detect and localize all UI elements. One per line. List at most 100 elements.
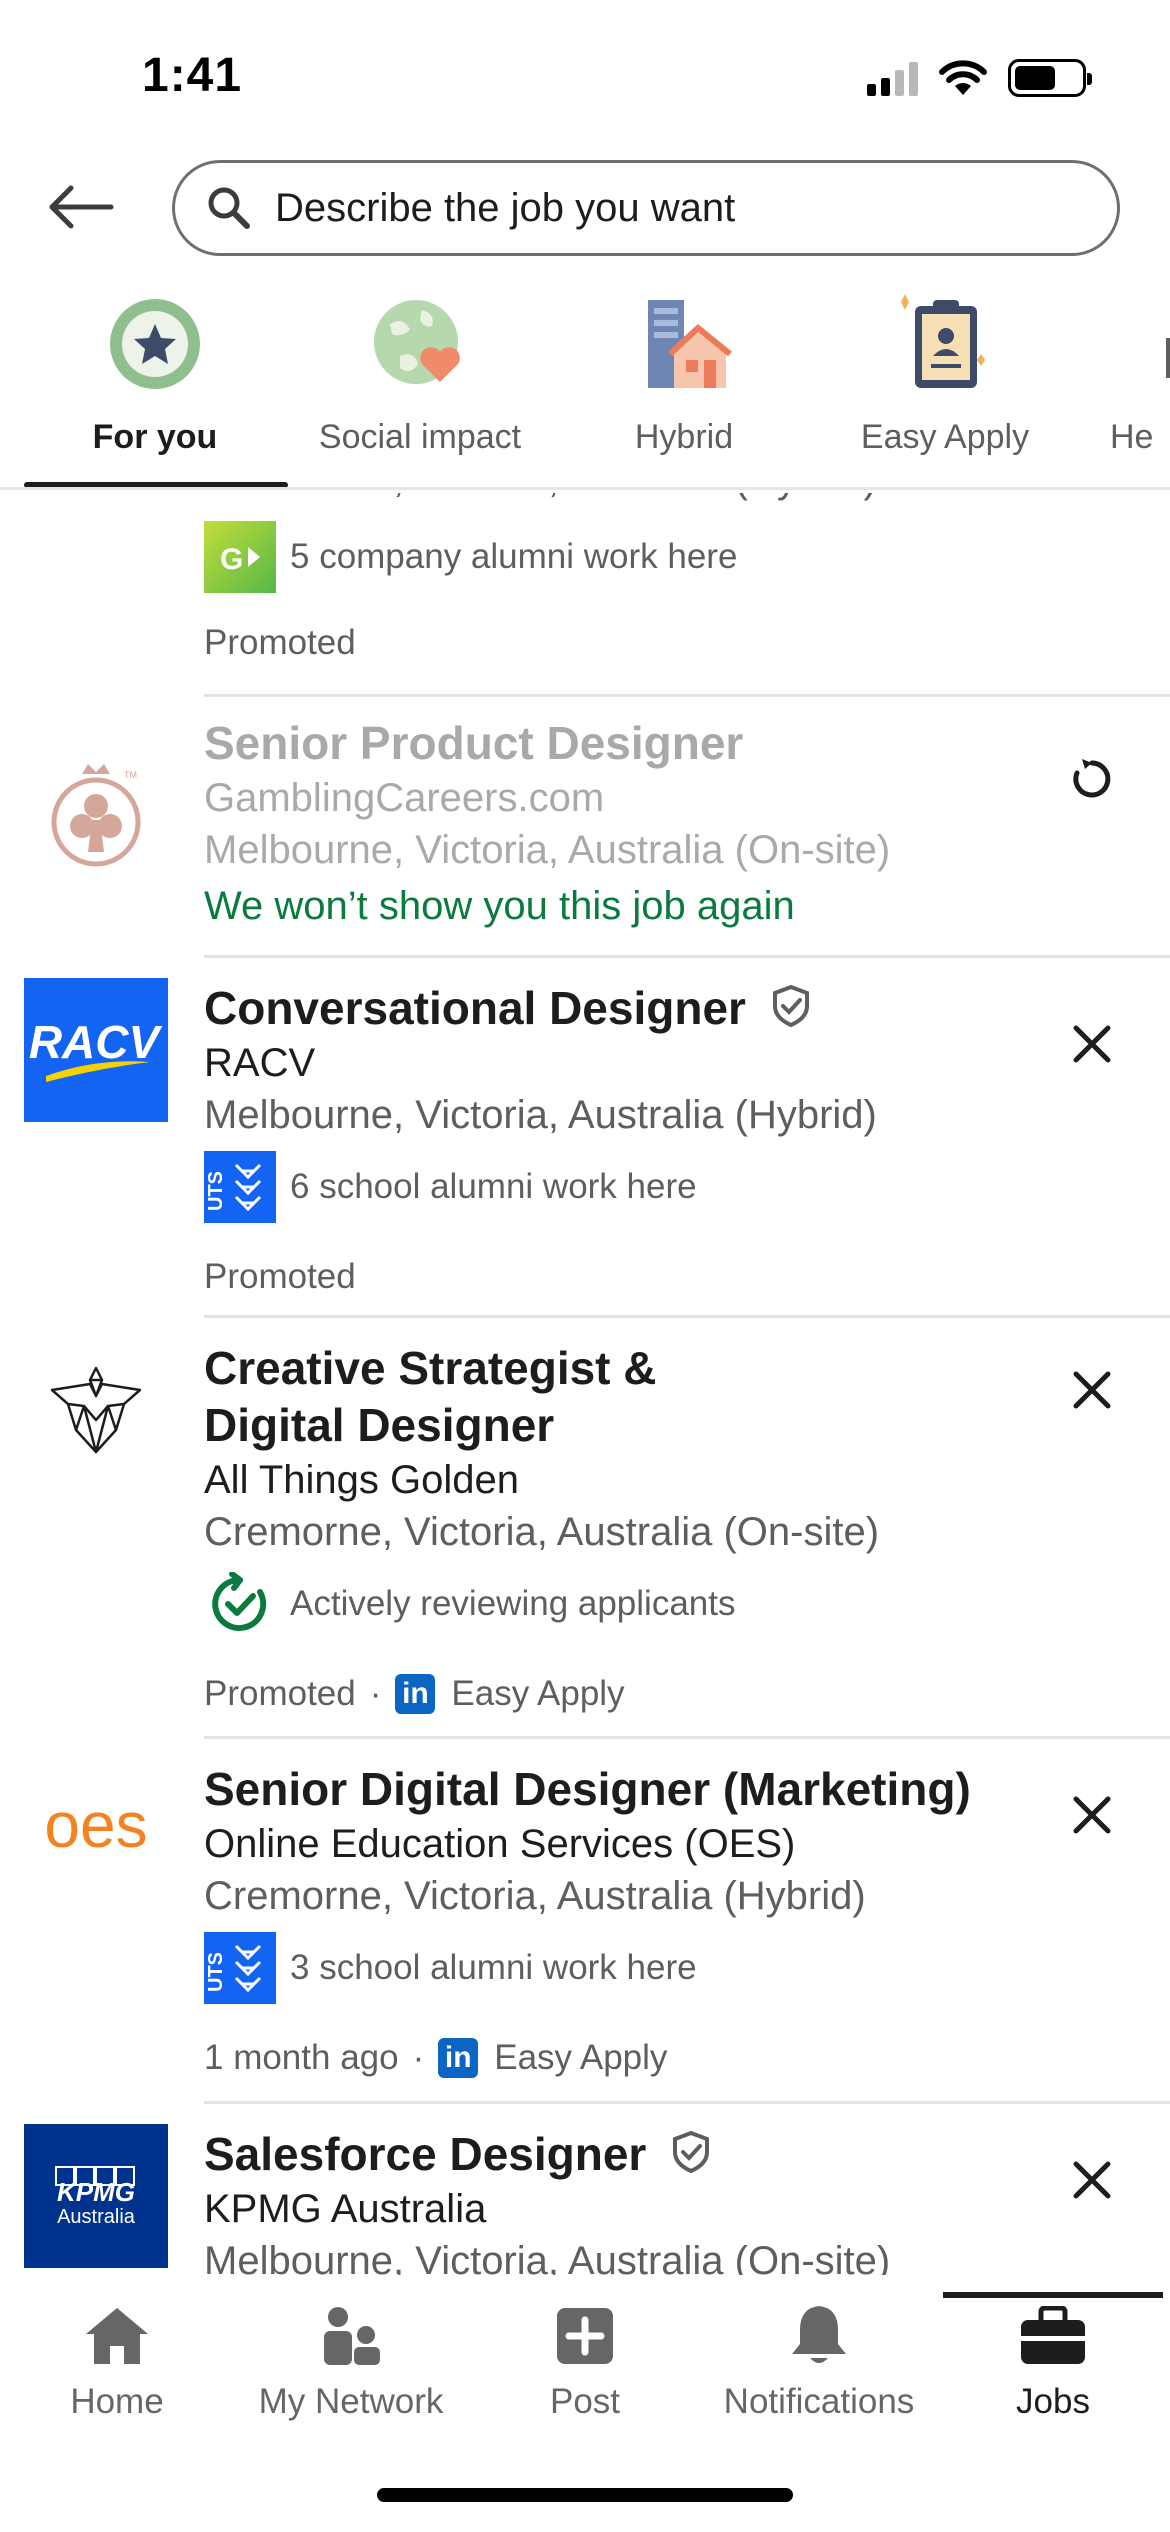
status-bar: 1:41 <box>0 0 1170 150</box>
job-location: Melbourne, Victoria, Australia (On-site) <box>204 2239 891 2275</box>
insight-text: 6 school alumni work here <box>290 1167 697 1206</box>
job-company: KPMG Australia <box>204 2187 487 2231</box>
tab-hybrid[interactable]: Hybrid <box>594 282 774 487</box>
promoted-label: Promoted <box>204 1674 356 1713</box>
job-company: Online Education Services (OES) <box>204 1822 796 1866</box>
verified-shield-icon <box>772 984 809 1028</box>
posted-time: 1 month ago <box>204 2038 399 2077</box>
nav-label: My Network <box>258 2382 444 2421</box>
tab-label: For you <box>92 418 218 456</box>
company-logo: TM <box>24 743 168 887</box>
company-logo-racv: RACV <box>24 978 168 1122</box>
job-footer: Promoted <box>204 1253 1020 1301</box>
nav-label: Jobs <box>1016 2382 1090 2421</box>
job-list: Melbourne, Victoria, Australia (Hybrid) … <box>0 493 1170 2275</box>
svg-text:TM: TM <box>124 770 137 780</box>
tab-label: Easy Apply <box>860 418 1030 456</box>
nav-notifications[interactable]: Notifications <box>702 2280 936 2430</box>
job-insight: G 5 company alumni work here <box>204 521 1020 593</box>
job-insight: UTS 6 school alumni work here <box>204 1151 1020 1223</box>
job-title: Salesforce Designer <box>204 2126 1020 2183</box>
job-insight: Actively reviewing applicants <box>204 1568 1020 1640</box>
tab-for-you[interactable]: For you <box>42 282 268 487</box>
nav-home[interactable]: Home <box>0 2280 234 2430</box>
undo-icon <box>1073 759 1111 798</box>
svg-text:UTS: UTS <box>205 1952 227 1992</box>
search-header <box>0 150 1170 272</box>
close-icon <box>1073 2161 1111 2199</box>
job-title-line: Creative Strategist & <box>204 1342 657 1394</box>
job-card[interactable]: Melbourne, Victoria, Australia (Hybrid) … <box>0 493 1170 683</box>
tab-label: Hybrid <box>634 418 734 456</box>
category-tabs: For you Social impact Hybrid Easy Apply … <box>0 282 1170 490</box>
separator-dot: · <box>412 2038 425 2077</box>
svg-text:UTS: UTS <box>205 1171 227 1211</box>
job-location: Melbourne, Victoria, Australia (Hybrid) <box>204 493 1020 505</box>
search-box[interactable] <box>172 160 1120 256</box>
dismiss-button[interactable] <box>1056 1779 1128 1851</box>
job-location: Melbourne, Victoria, Australia (Hybrid) <box>204 1093 877 1137</box>
tab-partial[interactable]: He <box>1110 282 1170 487</box>
clipboard-profile-icon <box>901 294 985 388</box>
back-button[interactable] <box>40 172 120 242</box>
dismiss-button[interactable] <box>1056 2144 1128 2216</box>
globe-heart-icon <box>374 300 460 384</box>
home-indicator <box>377 2488 793 2502</box>
job-location: Cremorne, Victoria, Australia (On-site) <box>204 1510 880 1554</box>
eagle-logo-icon <box>50 1366 142 1454</box>
bell-icon <box>783 2300 855 2372</box>
insight-text: Actively reviewing applicants <box>290 1584 736 1623</box>
close-icon <box>1073 1025 1111 1063</box>
search-icon <box>201 180 257 236</box>
job-card[interactable]: RACV Conversational Designer RACV Melbou… <box>0 958 1170 1315</box>
job-card[interactable]: KPMG Australia Salesforce Designer KPMG … <box>0 2104 1170 2275</box>
star-badge-icon <box>110 299 200 389</box>
tab-label: He <box>1110 418 1154 456</box>
company-logo-oes: oes <box>24 1759 168 1903</box>
job-title: Creative Strategist & Digital Designer <box>204 1340 1020 1454</box>
insight-text: 3 school alumni work here <box>290 1948 697 1987</box>
tab-label: Social impact <box>318 418 522 456</box>
job-title: Conversational Designer <box>204 980 1020 1037</box>
tab-easy-apply[interactable]: Easy Apply <box>840 282 1050 487</box>
status-time: 1:41 <box>142 49 243 102</box>
undo-button[interactable] <box>1056 743 1128 815</box>
job-title: Senior Product Designer <box>204 717 744 769</box>
search-input[interactable] <box>275 185 1055 231</box>
kpmg-logo-subtext: Australia <box>57 2206 135 2228</box>
job-footer: 1 month ago · in Easy Apply <box>204 2034 1020 2082</box>
racv-logo-text: RACV <box>29 1016 163 1068</box>
linkedin-icon: in <box>438 2038 479 2078</box>
nav-jobs[interactable]: Jobs <box>936 2280 1170 2430</box>
nav-my-network[interactable]: My Network <box>234 2280 468 2430</box>
job-card-dismissed[interactable]: TM Senior Product Designer GamblingCaree… <box>0 697 1170 955</box>
dismiss-button[interactable] <box>1056 1354 1128 1426</box>
battery-icon <box>1008 59 1092 97</box>
close-icon <box>1073 1796 1111 1834</box>
promoted-label: Promoted <box>204 623 356 662</box>
job-card[interactable]: Creative Strategist & Digital Designer A… <box>0 1318 1170 1736</box>
job-footer: Promoted · in Easy Apply <box>204 1670 1020 1718</box>
close-icon <box>1073 1371 1111 1409</box>
svg-text:G: G <box>220 543 243 576</box>
tab-social-impact[interactable]: Social impact <box>300 282 540 487</box>
plus-box-icon <box>549 2300 621 2372</box>
job-title-line: Digital Designer <box>204 1399 555 1451</box>
nav-label: Post <box>549 2382 621 2421</box>
company-logo-icon: G <box>204 521 276 593</box>
company-logo-all-things-golden <box>24 1338 168 1482</box>
easy-apply-label: Easy Apply <box>494 2038 668 2077</box>
oes-logo-text: oes <box>44 1791 147 1861</box>
dismiss-button[interactable] <box>1056 1008 1128 1080</box>
wifi-icon <box>939 60 987 95</box>
job-title-text: Salesforce Designer <box>204 2128 647 2180</box>
back-arrow-icon <box>49 185 114 229</box>
verified-shield-icon <box>673 2130 710 2174</box>
job-company: GamblingCareers.com <box>204 776 605 820</box>
job-company: All Things Golden <box>204 1458 519 1502</box>
cellular-signal-icon <box>867 60 918 96</box>
job-card[interactable]: oes Senior Digital Designer (Marketing) … <box>0 1739 1170 2101</box>
easy-apply-label: Easy Apply <box>451 1674 625 1713</box>
nav-post[interactable]: Post <box>468 2280 702 2430</box>
kpmg-logo-text: KPMG <box>57 2177 135 2207</box>
